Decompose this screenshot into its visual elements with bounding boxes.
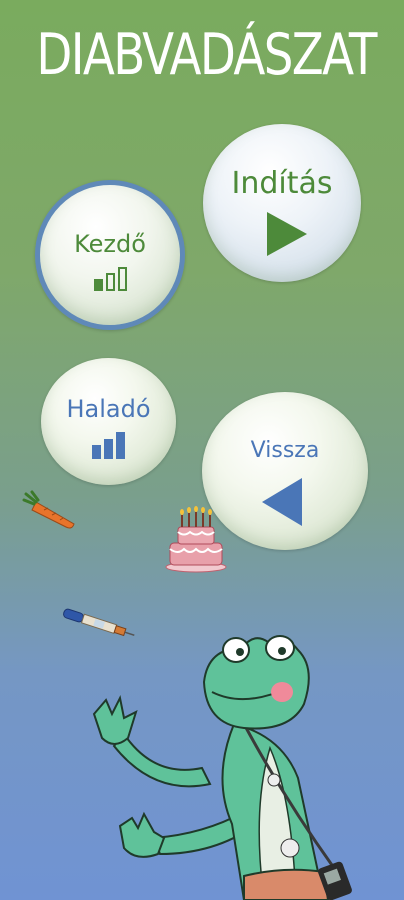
level-bars-icon xyxy=(40,267,180,291)
advanced-label: Haladó xyxy=(66,395,151,423)
game-title: DIABVADÁSZAT xyxy=(36,22,377,88)
carrot-icon xyxy=(22,490,75,529)
level-bar xyxy=(104,439,113,459)
play-icon xyxy=(267,212,307,256)
level-bar xyxy=(93,279,103,291)
back-arrow-icon xyxy=(262,478,302,526)
back-label: Vissza xyxy=(250,438,320,463)
beginner-label: Kezdő xyxy=(74,230,146,258)
level-bar xyxy=(92,445,101,459)
advanced-level-button[interactable]: Haladó xyxy=(41,358,176,485)
frog-character xyxy=(92,635,352,900)
cake-icon xyxy=(165,506,227,573)
level-bar xyxy=(105,273,115,291)
level-bar xyxy=(116,432,125,459)
start-label: Indítás xyxy=(231,166,333,201)
beginner-level-button[interactable]: Kezdő xyxy=(35,180,185,330)
level-bars-icon xyxy=(41,432,176,459)
start-button[interactable]: Indítás xyxy=(203,124,361,282)
level-bar xyxy=(117,267,127,291)
